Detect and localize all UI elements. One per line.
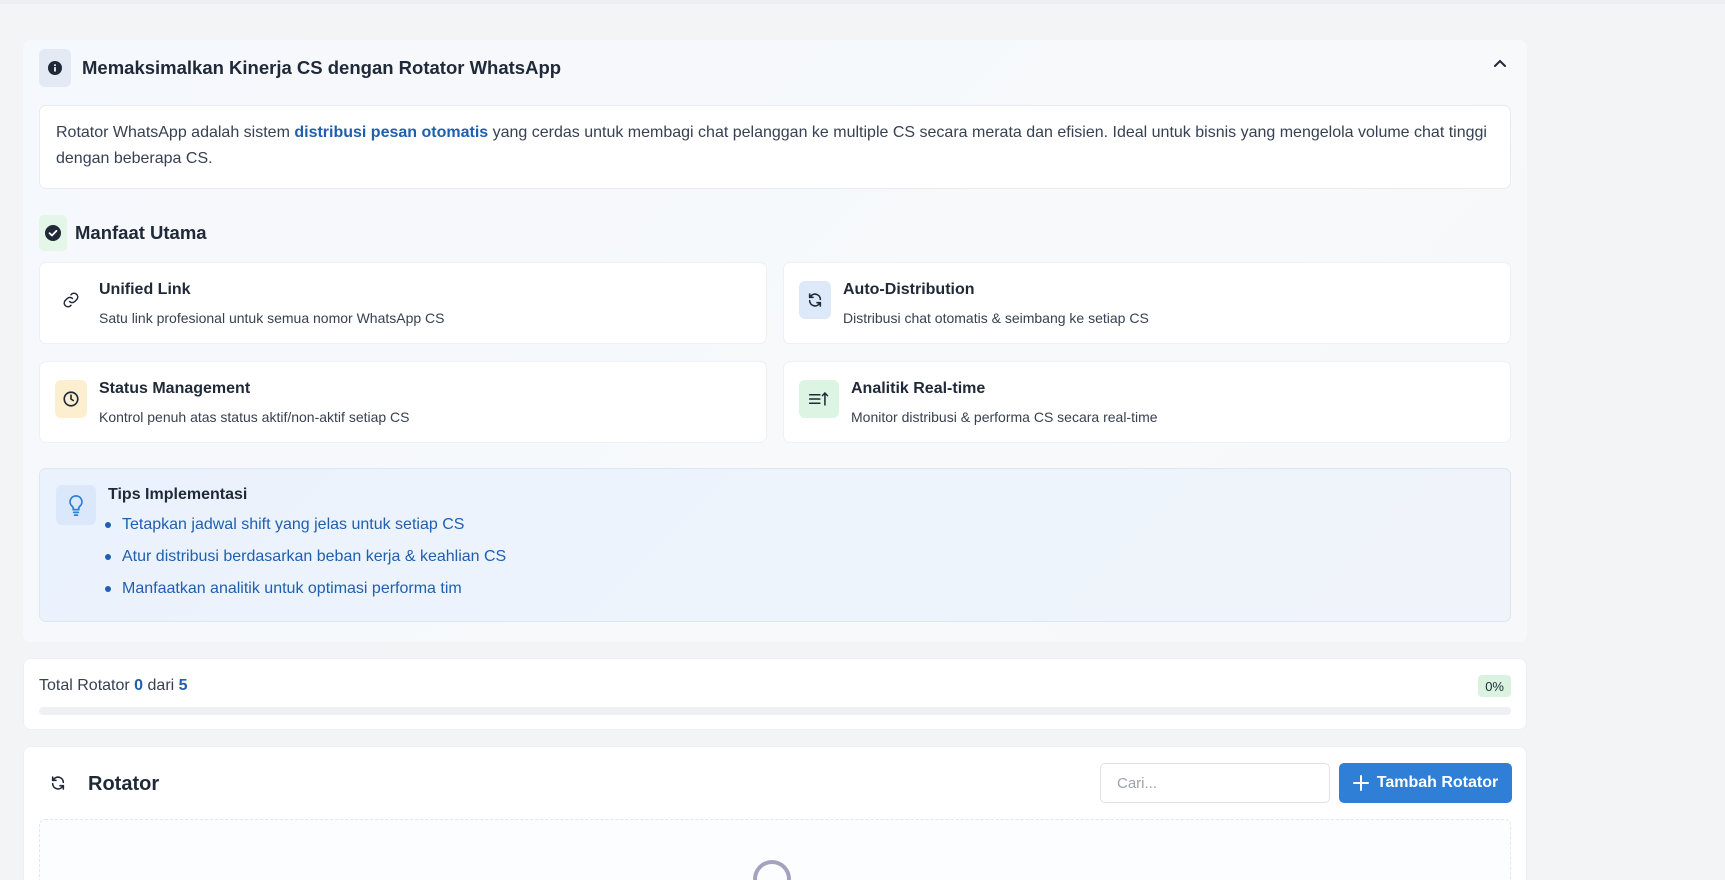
feature-title: Unified Link (99, 281, 191, 298)
info-icon (39, 49, 71, 87)
plus-icon (1352, 775, 1369, 791)
rotator-title: Rotator (88, 773, 160, 795)
refresh-icon (799, 281, 831, 319)
total-current-count: 0 (134, 677, 144, 694)
feature-desc: Satu link profesional untuk semua nomor … (99, 310, 445, 326)
description-highlight: distribusi pesan otomatis (294, 124, 489, 141)
link-icon (55, 281, 87, 319)
total-separator: dari (147, 677, 175, 694)
sort-list-icon (799, 380, 839, 418)
search-input[interactable] (1100, 763, 1330, 803)
collapse-chevron-up-icon[interactable] (1489, 52, 1511, 74)
tip-item: Atur distribusi berdasarkan beban kerja … (105, 547, 506, 579)
add-rotator-label: Tambah Rotator (1376, 774, 1499, 791)
tip-item: Manfaatkan analitik untuk optimasi perfo… (105, 579, 506, 611)
info-panel: Memaksimalkan Kinerja CS dengan Rotator … (23, 40, 1527, 642)
info-header: Memaksimalkan Kinerja CS dengan Rotator … (39, 48, 1511, 88)
feature-desc: Monitor distribusi & performa CS secara … (851, 409, 1158, 425)
feature-desc: Distribusi chat otomatis & seimbang ke s… (843, 310, 1149, 326)
top-strip (0, 0, 1725, 4)
total-rotator-label: Total Rotator 0 dari 5 (39, 677, 188, 695)
benefits-heading: Manfaat Utama (39, 215, 207, 251)
feature-title: Analitik Real-time (851, 380, 986, 397)
feature-card-auto-distribution: Auto-Distribution Distribusi chat otomat… (783, 262, 1511, 344)
tips-box: Tips Implementasi Tetapkan jadwal shift … (39, 468, 1511, 622)
rotator-list-area (39, 819, 1511, 880)
loading-spinner-icon (753, 860, 791, 880)
feature-card-status-management: Status Management Kontrol penuh atas sta… (39, 361, 767, 443)
check-circle-icon (39, 215, 67, 251)
description-card: Rotator WhatsApp adalah sistem distribus… (39, 105, 1511, 189)
clock-icon (55, 380, 87, 418)
tip-item: Tetapkan jadwal shift yang jelas untuk s… (105, 515, 506, 547)
feature-card-analytics: Analitik Real-time Monitor distribusi & … (783, 361, 1511, 443)
rotator-card: Rotator Tambah Rotator (23, 746, 1527, 880)
feature-desc: Kontrol penuh atas status aktif/non-akti… (99, 409, 410, 425)
feature-card-unified-link: Unified Link Satu link profesional untuk… (39, 262, 767, 344)
feature-title: Status Management (99, 380, 251, 397)
progress-track (39, 707, 1511, 715)
tips-title: Tips Implementasi (108, 486, 248, 503)
info-title: Memaksimalkan Kinerja CS dengan Rotator … (82, 57, 562, 78)
total-label-text: Total Rotator (39, 677, 130, 694)
percent-badge: 0% (1478, 675, 1511, 697)
add-rotator-button[interactable]: Tambah Rotator (1339, 763, 1512, 803)
refresh-icon (48, 773, 68, 793)
description-text-before: Rotator WhatsApp adalah sistem (56, 124, 295, 141)
feature-title: Auto-Distribution (843, 281, 975, 298)
total-rotator-card: Total Rotator 0 dari 5 0% (23, 658, 1527, 730)
total-max-count: 5 (178, 677, 188, 694)
benefits-title: Manfaat Utama (75, 222, 207, 243)
lightbulb-icon (56, 485, 96, 525)
tips-list: Tetapkan jadwal shift yang jelas untuk s… (105, 515, 506, 611)
